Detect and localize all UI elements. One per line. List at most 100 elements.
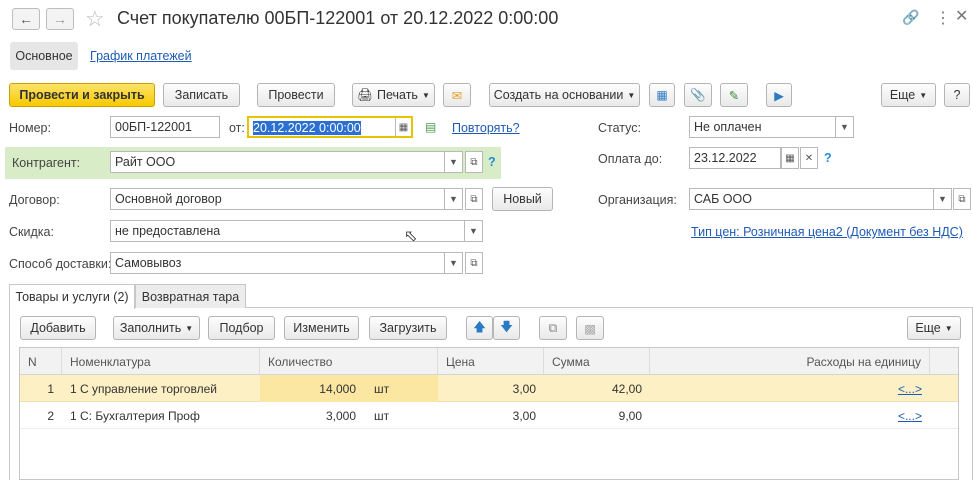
chevron-down-icon: ▼ (449, 258, 458, 268)
status-label: Статус: (598, 121, 641, 135)
edit-button[interactable]: Изменить (284, 316, 359, 340)
chevron-down-icon: ▼ (944, 323, 953, 333)
help-button[interactable]: ? (944, 83, 970, 107)
attach-button[interactable]: 📎 (684, 83, 712, 107)
post-button[interactable]: Провести (257, 83, 335, 107)
arrow-left-icon: ← (19, 11, 33, 27)
link-icon[interactable]: 🔗 (902, 9, 919, 26)
arrow-down-icon: 🡇 (500, 319, 513, 334)
counterparty-help-icon[interactable]: ? (488, 155, 496, 169)
contract-label: Договор: (9, 193, 60, 207)
payment-clear-button[interactable]: ✕ (800, 147, 818, 169)
row-name[interactable]: 1 С: Бухгалтерия Проф (62, 403, 260, 429)
favorite-star-icon[interactable]: ☆ (85, 6, 105, 32)
arrow-right-icon: → (53, 11, 67, 27)
column-header-name[interactable]: Номенклатура (62, 348, 260, 375)
row-price[interactable]: 3,00 (438, 376, 544, 402)
new-contract-button[interactable]: Новый (492, 187, 553, 211)
send-button[interactable]: ▶ (766, 83, 792, 107)
date-field[interactable]: 20.12.2022 0:00:00 (247, 116, 397, 138)
chevron-down-icon: ▼ (449, 157, 458, 167)
email-button[interactable]: ✉ (443, 83, 471, 107)
tab-goods[interactable]: Товары и услуги (2) (9, 284, 135, 309)
goods-table[interactable]: N Номенклатура Количество Цена Сумма Рас… (19, 347, 959, 480)
move-up-button[interactable]: 🡅 (466, 316, 493, 340)
fill-button[interactable]: Заполнить ▼ (113, 316, 200, 340)
table-more-button[interactable]: Еще ▼ (907, 316, 961, 340)
calendar-button[interactable]: ▦ (395, 116, 413, 138)
column-header-price[interactable]: Цена (438, 348, 544, 375)
counterparty-dropdown[interactable]: ▼ (445, 151, 463, 173)
row-name[interactable]: 1 С управление торговлей (62, 376, 260, 402)
forward-button[interactable]: → (46, 8, 74, 30)
organization-field[interactable]: САБ ООО (689, 188, 934, 210)
column-header-n[interactable]: N (20, 348, 62, 375)
column-header-expense[interactable]: Расходы на единицу (650, 348, 930, 375)
column-header-sum[interactable]: Сумма (544, 348, 650, 375)
repeat-icon: ▤ (425, 120, 437, 134)
calendar-icon: ▦ (398, 121, 409, 133)
counterparty-field[interactable]: Райт ООО (110, 151, 445, 173)
copy-button[interactable]: ⧉ (539, 316, 567, 340)
row-qty[interactable]: 14,000 (260, 376, 364, 402)
more-button[interactable]: Еще ▼ (881, 83, 936, 107)
back-button[interactable]: ← (12, 8, 40, 30)
save-button[interactable]: Записать (163, 83, 240, 107)
row-expense-link[interactable]: <...> (650, 376, 930, 402)
load-button[interactable]: Загрузить (369, 316, 447, 340)
date-label: от: (229, 121, 245, 135)
tab-payment-schedule[interactable]: График платежей (90, 49, 192, 63)
chevron-down-icon: ▼ (938, 194, 947, 204)
close-icon[interactable]: ✕ (955, 6, 968, 26)
row-sum[interactable]: 42,00 (544, 376, 650, 402)
status-field[interactable]: Не оплачен (689, 116, 836, 138)
row-sum[interactable]: 9,00 (544, 403, 650, 429)
sign-button[interactable]: ✎ (720, 83, 748, 107)
mouse-cursor-icon: ⬁ (404, 228, 418, 245)
add-row-button[interactable]: Добавить (20, 316, 96, 340)
create-based-on-button[interactable]: Создать на основании ▼ (489, 83, 640, 107)
column-header-qty[interactable]: Количество (260, 348, 438, 375)
organization-label: Организация: (598, 193, 677, 207)
payment-help-icon[interactable]: ? (824, 151, 832, 165)
structure-button[interactable]: ▦ (649, 83, 675, 107)
row-price[interactable]: 3,00 (438, 403, 544, 429)
open-form-icon: ⧉ (470, 257, 478, 269)
organization-dropdown[interactable]: ▼ (934, 188, 952, 210)
column-header-filler (930, 348, 958, 375)
counterparty-open-button[interactable]: ⧉ (465, 151, 483, 173)
tab-returnable[interactable]: Возвратная тара (135, 284, 246, 308)
delivery-dropdown[interactable]: ▼ (445, 252, 463, 274)
row-unit[interactable]: шт (366, 403, 426, 429)
page-title: Счет покупателю 00БП-122001 от 20.12.202… (117, 8, 559, 28)
delivery-field[interactable]: Самовывоз (110, 252, 445, 274)
paste-button[interactable]: ▩ (576, 316, 604, 340)
payment-calendar-button[interactable]: ▦ (781, 147, 799, 169)
contract-open-button[interactable]: ⧉ (465, 188, 483, 210)
chevron-down-icon: ▼ (185, 323, 194, 333)
discount-dropdown[interactable]: ▼ (465, 220, 483, 242)
open-form-icon: ⧉ (470, 156, 478, 168)
row-unit[interactable]: шт (366, 376, 426, 402)
contract-dropdown[interactable]: ▼ (445, 188, 463, 210)
select-button[interactable]: Подбор (208, 316, 275, 340)
chevron-down-icon: ▼ (421, 90, 430, 100)
more-vertical-icon[interactable]: ⋮ (935, 8, 951, 28)
contract-field[interactable]: Основной договор (110, 188, 445, 210)
number-field[interactable]: 00БП-122001 (110, 116, 220, 138)
chevron-down-icon: ▼ (919, 90, 928, 100)
row-qty[interactable]: 3,000 (260, 403, 364, 429)
document-structure-icon: ▦ (656, 88, 668, 102)
move-down-button[interactable]: 🡇 (493, 316, 520, 340)
counterparty-label: Контрагент: (12, 156, 81, 170)
print-button[interactable]: 🖨 Печать ▼ (352, 83, 435, 107)
row-expense-link[interactable]: <...> (650, 403, 930, 429)
status-dropdown[interactable]: ▼ (836, 116, 854, 138)
price-type-link[interactable]: Тип цен: Розничная цена2 (Документ без Н… (691, 225, 963, 239)
post-and-close-button[interactable]: Провести и закрыть (9, 83, 155, 107)
tab-main[interactable]: Основное (10, 42, 78, 70)
repeat-link[interactable]: Повторять? (452, 121, 520, 135)
organization-open-button[interactable]: ⧉ (953, 188, 971, 210)
payment-date-field[interactable]: 23.12.2022 (689, 147, 781, 169)
delivery-open-button[interactable]: ⧉ (465, 252, 483, 274)
